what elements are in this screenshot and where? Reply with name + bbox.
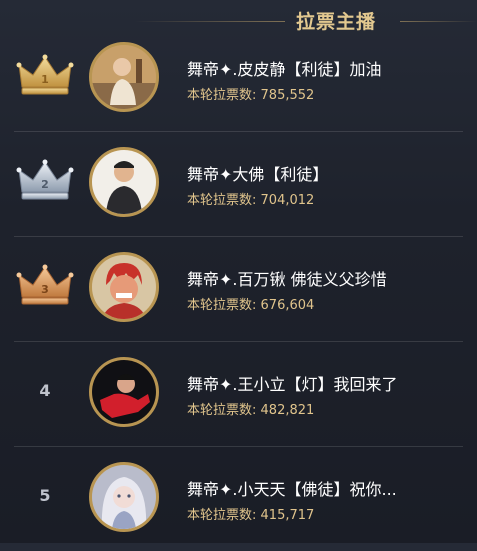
silver-crown-icon: 2 [16,159,74,200]
vote-count: 本轮拉票数: 676,604 [187,294,314,313]
rank-number: 5 [39,485,51,505]
avatar[interactable] [89,357,159,427]
avatar[interactable] [89,147,159,217]
avatar[interactable] [89,252,159,322]
vote-count-label: 本轮拉票数: [187,403,257,418]
rank-badge: 2 [14,157,76,203]
vote-count-value: 482,821 [260,403,315,418]
streamer-row[interactable]: 1 舞帝✦.皮皮静【利徒】加油 本轮拉票数: 785,552 [0,26,477,131]
vote-count: 本轮拉票数: 704,012 [187,189,314,208]
bronze-crown-icon: 3 [16,264,74,305]
vote-count-value: 415,717 [260,508,315,523]
vote-count-label: 本轮拉票数: [187,508,257,523]
vote-count-value: 676,604 [260,298,315,313]
header-divider-left [135,21,285,22]
vote-count-label: 本轮拉票数: [187,298,257,313]
vote-count-label: 本轮拉票数: [187,193,257,208]
rank-badge: 3 [14,262,76,308]
rank-number: 2 [41,178,49,191]
rank-number: 4 [39,380,51,400]
streamer-name: 舞帝✦.皮皮静【利徒】加油 [187,60,382,79]
vote-count: 本轮拉票数: 482,821 [187,399,314,418]
avatar[interactable] [89,42,159,112]
streamer-name: 舞帝✦.小天天【佛徒】祝你... [187,480,397,499]
vote-count-value: 704,012 [260,193,315,208]
vote-count: 本轮拉票数: 415,717 [187,504,314,523]
streamer-name: 舞帝✦.王小立【灯】我回来了 [187,375,398,394]
streamer-row[interactable]: 5 舞帝✦.小天天【佛徒】祝你... 本轮拉票数: 415,717 [0,446,477,551]
rank-badge: 1 [14,52,76,98]
rank-badge: 4 [14,367,76,413]
streamer-row[interactable]: 2 舞帝✦大佛【利徒】 本轮拉票数: 704,012 [0,131,477,236]
vote-count-label: 本轮拉票数: [187,88,257,103]
streamer-name: 舞帝✦大佛【利徒】 [187,165,329,184]
rank-number: 3 [41,283,49,296]
vote-count-value: 785,552 [260,88,315,103]
streamer-row[interactable]: 3 舞帝✦.百万锹 佛徒义父珍惜 本轮拉票数: 676,604 [0,236,477,341]
avatar[interactable] [89,462,159,532]
vote-count: 本轮拉票数: 785,552 [187,84,314,103]
streamer-row[interactable]: 4 舞帝✦.王小立【灯】我回来了 本轮拉票数: 482,821 [0,341,477,446]
gold-crown-icon: 1 [16,54,74,95]
streamer-name: 舞帝✦.百万锹 佛徒义父珍惜 [187,270,387,289]
header-divider-right [400,21,477,22]
rank-number: 1 [41,73,49,86]
streamer-ranking-list: 1 舞帝✦.皮皮静【利徒】加油 本轮拉票数: 785,552 2 舞帝✦大佛【利… [0,26,477,551]
rank-badge: 5 [14,472,76,518]
